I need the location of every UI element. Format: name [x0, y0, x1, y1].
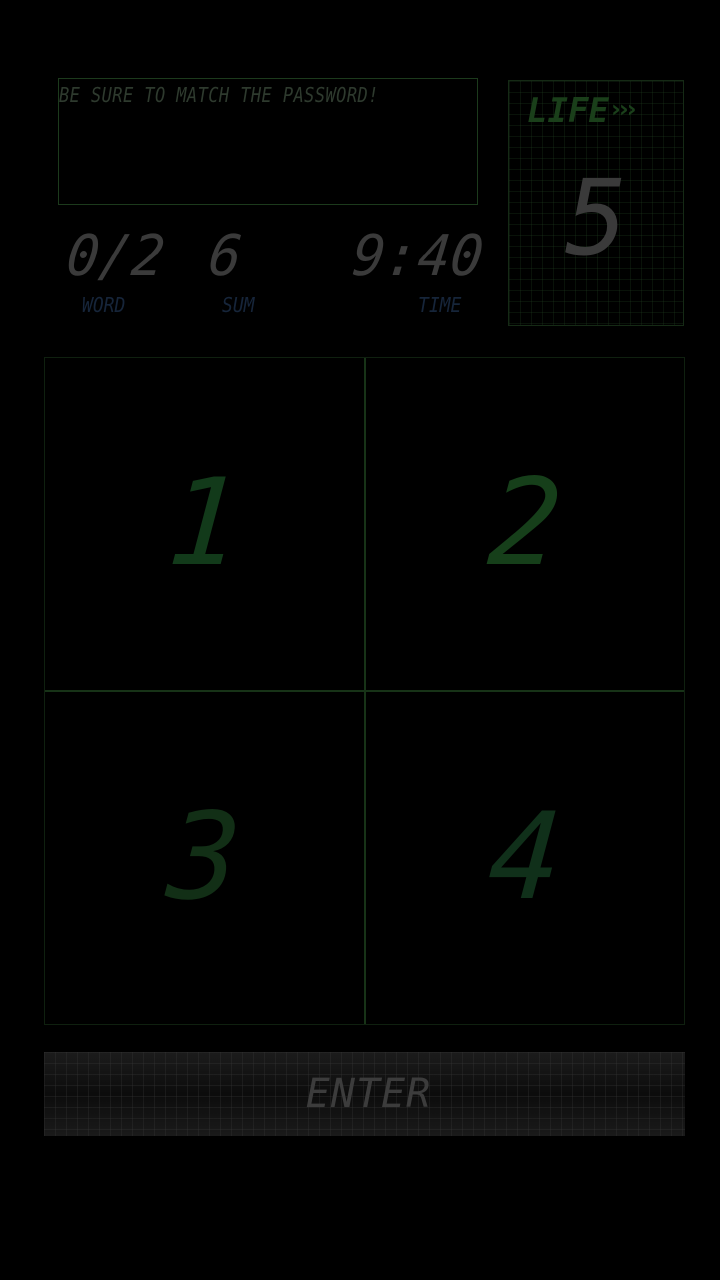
key-1-button[interactable]: 1 — [45, 358, 364, 690]
life-value: 5 — [565, 157, 628, 279]
time-label: TIME — [418, 293, 462, 317]
life-arrows-icon: ››› — [611, 95, 637, 123]
keypad: 1 2 3 4 — [44, 357, 685, 1025]
life-title: LIFE — [527, 91, 609, 131]
message-box: BE SURE TO MATCH THE PASSWORD! — [58, 78, 478, 205]
enter-label: ENTER — [305, 1071, 432, 1117]
key-4-button[interactable]: 4 — [366, 692, 685, 1024]
key-4-digit: 4 — [484, 788, 567, 927]
sum-label: SUM — [222, 293, 255, 317]
key-1-digit: 1 — [163, 454, 246, 593]
key-2-button[interactable]: 2 — [366, 358, 685, 690]
word-count-value: 0/2 — [63, 222, 169, 289]
message-text: BE SURE TO MATCH THE PASSWORD! — [59, 83, 379, 107]
life-panel: LIFE ››› 5 — [508, 80, 684, 326]
key-3-digit: 3 — [163, 788, 246, 927]
key-3-button[interactable]: 3 — [45, 692, 364, 1024]
key-2-digit: 2 — [484, 454, 567, 593]
word-label: WORD — [82, 293, 126, 317]
enter-button[interactable]: ENTER — [44, 1052, 685, 1136]
sum-value: 6 — [205, 222, 246, 289]
time-value: 9:40 — [349, 222, 487, 289]
